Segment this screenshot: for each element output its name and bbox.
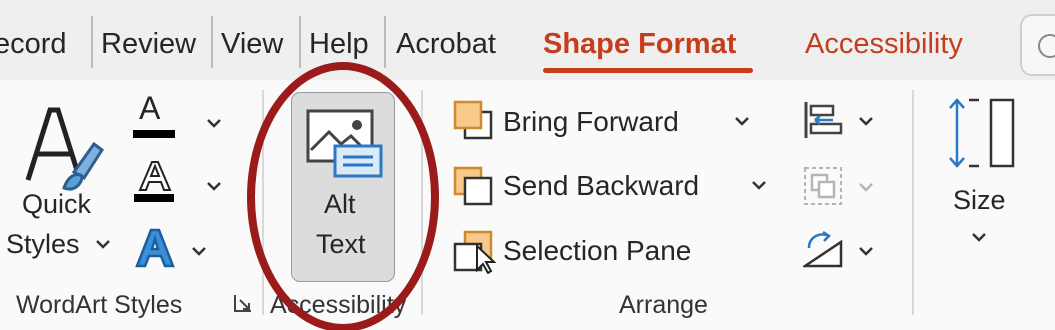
send-backward-icon[interactable]	[453, 166, 495, 208]
rotate-icon[interactable]	[803, 230, 845, 270]
tab-shape-format[interactable]: Shape Format	[543, 26, 736, 62]
tab-record[interactable]: ecord	[0, 26, 67, 62]
tab-separator	[211, 16, 213, 68]
align-icon[interactable]	[803, 100, 843, 140]
selection-pane-icon[interactable]	[453, 230, 497, 274]
tab-accessibility[interactable]: Accessibility	[805, 26, 963, 62]
quick-styles-icon[interactable]	[24, 102, 104, 202]
tab-help[interactable]: Help	[309, 26, 369, 62]
text-fill-color-bar	[133, 130, 175, 138]
chevron-down-icon[interactable]	[855, 110, 877, 132]
text-outline-icon[interactable]	[134, 160, 174, 202]
send-backward-label[interactable]: Send Backward	[503, 169, 699, 203]
dialog-launcher-icon[interactable]	[233, 293, 253, 313]
arrange-group-label: Arrange	[619, 291, 708, 319]
group-icon	[804, 167, 842, 205]
quick-styles-label-2[interactable]: Styles	[6, 228, 80, 260]
selection-pane-label[interactable]: Selection Pane	[503, 234, 691, 268]
chevron-down-icon[interactable]	[188, 240, 210, 262]
chevron-down-icon[interactable]	[203, 175, 225, 197]
size-label[interactable]: Size	[953, 184, 1006, 216]
tab-separator	[91, 16, 93, 68]
chevron-down-icon	[859, 183, 873, 192]
active-tab-indicator	[543, 68, 753, 73]
tab-separator	[384, 16, 386, 68]
text-effects-icon[interactable]	[134, 228, 176, 268]
chevron-down-icon[interactable]	[731, 110, 753, 132]
tab-acrobat[interactable]: Acrobat	[396, 26, 496, 62]
size-icon[interactable]	[943, 96, 1019, 170]
tab-view[interactable]: View	[221, 26, 283, 62]
highlight-oval	[247, 62, 439, 330]
bring-forward-icon[interactable]	[453, 100, 495, 142]
tab-separator	[299, 16, 301, 68]
chevron-down-icon[interactable]	[203, 112, 225, 134]
text-fill-icon[interactable]: A	[139, 92, 160, 124]
chevron-down-icon[interactable]	[92, 233, 114, 255]
bring-forward-label[interactable]: Bring Forward	[503, 105, 679, 139]
tab-review[interactable]: Review	[101, 26, 196, 62]
search-icon	[1038, 34, 1055, 58]
search-box[interactable]	[1020, 14, 1055, 76]
quick-styles-label-1[interactable]: Quick	[22, 188, 91, 220]
ribbon-body: Quick Styles A WordArt Styles Alt Text A…	[0, 80, 1055, 330]
chevron-down-icon[interactable]	[748, 174, 770, 196]
chevron-down-icon[interactable]	[968, 226, 990, 248]
group-separator	[912, 90, 914, 315]
wordart-styles-group-label: WordArt Styles	[16, 291, 183, 319]
chevron-down-icon[interactable]	[855, 240, 877, 262]
ribbon-tab-bar: ecord Review View Help Acrobat Shape For…	[0, 0, 1055, 80]
